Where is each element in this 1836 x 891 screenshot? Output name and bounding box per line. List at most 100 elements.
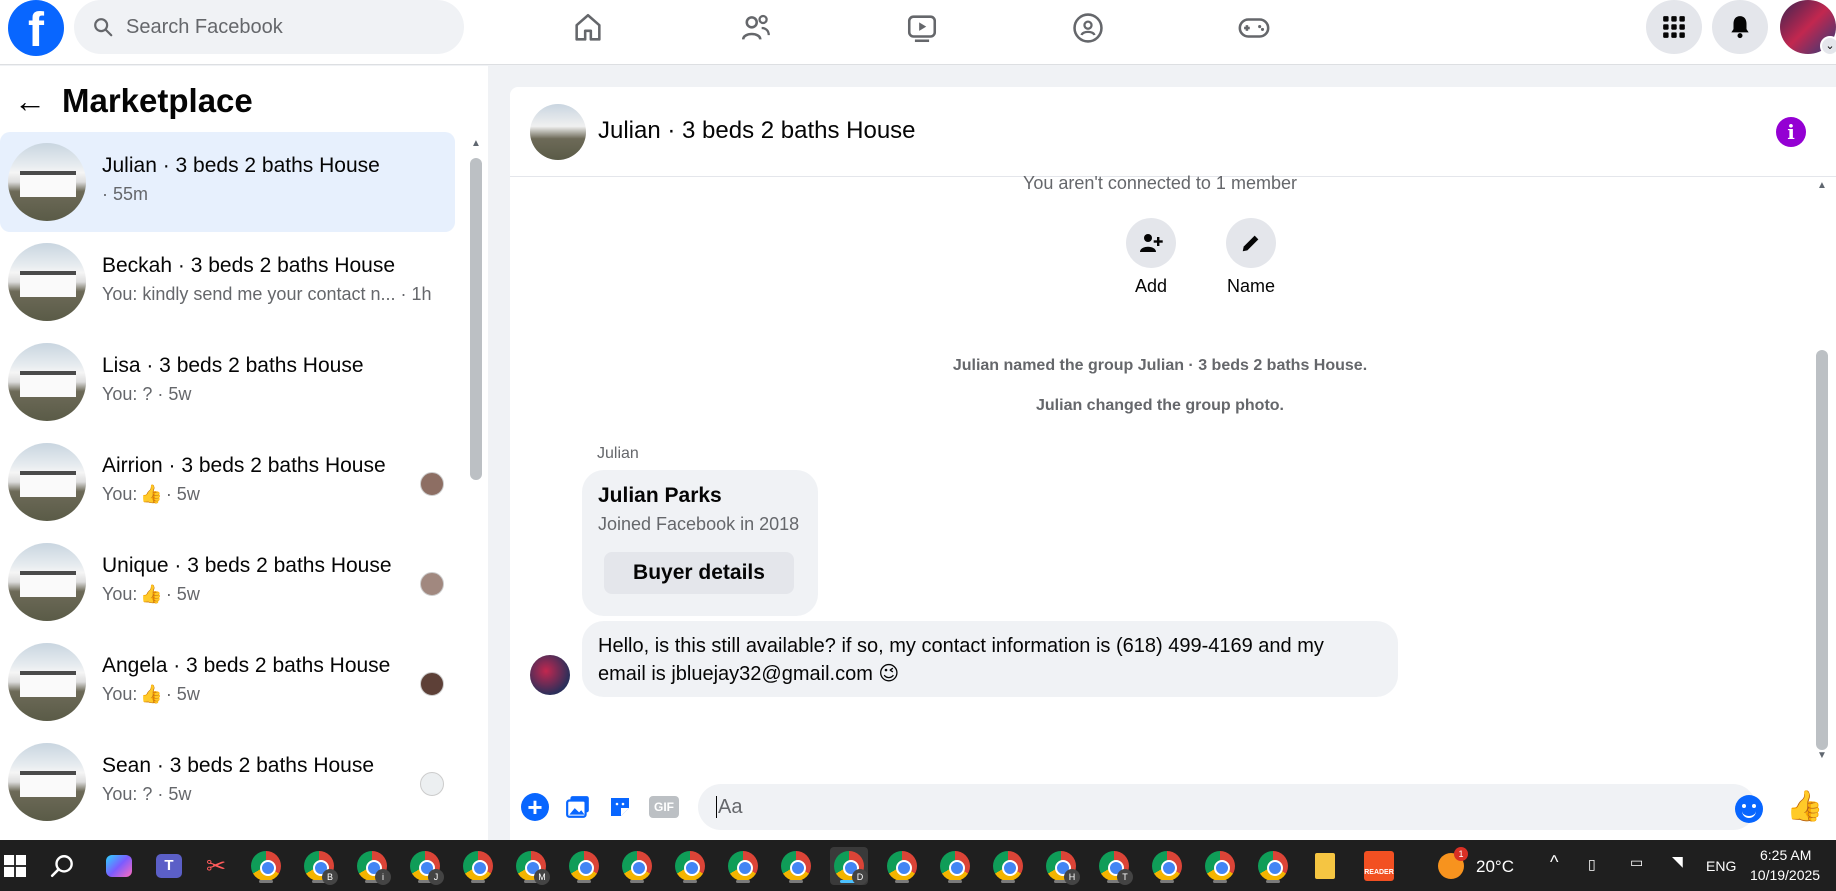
chrome-profile-icon[interactable]	[459, 847, 497, 885]
conversation-item[interactable]: Angela · 3 beds 2 baths House You: 👍 · 5w	[0, 632, 455, 732]
language-indicator[interactable]: ENG	[1706, 858, 1736, 874]
chrome-profile-icon[interactable]	[883, 847, 921, 885]
text-caret	[716, 796, 717, 818]
search-input[interactable]: Search Facebook	[74, 0, 464, 54]
conversation-title: Angela · 3 beds 2 baths House	[102, 654, 391, 677]
chrome-profile-icon[interactable]	[671, 847, 709, 885]
conversation-preview: · 55m	[102, 184, 149, 204]
facebook-logo-icon[interactable]: f	[8, 0, 64, 56]
chrome-profile-icon[interactable]	[936, 847, 974, 885]
chrome-profile-icon[interactable]: H	[1042, 847, 1080, 885]
weather-icon[interactable]: 1	[1432, 847, 1470, 885]
conversation-scrollbar[interactable]: ▲ ▼	[1810, 150, 1834, 775]
thumbs-up-icon: 👍	[140, 684, 163, 704]
seen-avatar	[420, 772, 444, 796]
conversation-item[interactable]: Lisa · 3 beds 2 baths House You: ? · 5w	[0, 332, 455, 432]
sidebar-scrollbar[interactable]: ▲	[466, 66, 486, 840]
message-input[interactable]: Aa	[698, 784, 1756, 830]
chrome-profile-icon[interactable]: i	[353, 847, 391, 885]
chrome-profile-icon[interactable]: B	[300, 847, 338, 885]
conversation-preview: You: ? · 5w	[102, 384, 192, 404]
group-event: Julian changed the group photo.	[1036, 397, 1284, 414]
reader-app-icon[interactable]: READER	[1360, 847, 1398, 885]
back-arrow-icon[interactable]: ←	[14, 83, 50, 120]
name-group-button[interactable]: Name	[1211, 218, 1291, 297]
chrome-profile-icon[interactable]	[724, 847, 762, 885]
conversation-item[interactable]: Beckah · 3 beds 2 baths House You: kindl…	[0, 232, 455, 332]
conversation-title: Airrion · 3 beds 2 baths House	[102, 454, 386, 477]
video-icon[interactable]	[900, 6, 944, 50]
snipping-tool-icon[interactable]: ✂	[197, 847, 235, 885]
conversation-item[interactable]: Unique · 3 beds 2 baths House You: 👍 · 5w	[0, 532, 455, 632]
chrome-profile-icon[interactable]	[777, 847, 815, 885]
chrome-profile-icon[interactable]: M	[512, 847, 550, 885]
info-icon[interactable]: i	[1776, 117, 1806, 147]
seen-avatar	[420, 572, 444, 596]
buyer-profile-card: Julian Parks Joined Facebook in 2018 Buy…	[582, 470, 818, 616]
add-member-button[interactable]: Add	[1111, 218, 1191, 297]
chrome-profile-icon[interactable]	[1148, 847, 1186, 885]
emoji-icon[interactable]	[1735, 795, 1763, 823]
conversation-item[interactable]: Julian · 3 beds 2 baths House · 55m	[0, 132, 455, 232]
listing-thumbnail	[8, 143, 86, 221]
scrollbar-thumb[interactable]	[470, 158, 482, 480]
battery-icon[interactable]: ▭	[1630, 854, 1643, 871]
buyer-details-button[interactable]: Buyer details	[604, 552, 794, 594]
clock-date[interactable]: 10/19/2025	[1750, 867, 1820, 883]
scroll-up-icon[interactable]: ▲	[1817, 180, 1827, 191]
wifi-icon[interactable]: ◥	[1672, 853, 1683, 870]
copilot-icon[interactable]	[100, 847, 138, 885]
chrome-profile-icon[interactable]	[1201, 847, 1239, 885]
conversation-item[interactable]: Sean · 3 beds 2 baths House You: ? · 5w	[0, 732, 455, 832]
search-icon[interactable]	[44, 847, 82, 885]
conversation-preview: You: 👍 · 5w	[102, 584, 200, 604]
groups-icon[interactable]	[1066, 6, 1110, 50]
menu-grid-icon[interactable]	[1646, 0, 1702, 54]
group-photo[interactable]	[530, 104, 586, 160]
tray-expand-icon[interactable]: ^	[1550, 852, 1558, 873]
chrome-profile-icon[interactable]	[247, 847, 285, 885]
conversation-panel: Julian · 3 beds 2 baths House i You aren…	[510, 87, 1836, 840]
chrome-profile-icon-active[interactable]: D	[830, 847, 868, 885]
chrome-profile-icon[interactable]	[565, 847, 603, 885]
message-bubble[interactable]: Hello, is this still available? if so, m…	[582, 621, 1398, 697]
listing-thumbnail	[8, 443, 86, 521]
photo-icon[interactable]	[562, 791, 594, 823]
chrome-profile-icon[interactable]: J	[406, 847, 444, 885]
like-icon[interactable]: 👍	[1786, 789, 1823, 824]
not-connected-notice: You aren't connected to 1 member	[1023, 173, 1297, 193]
windows-start-icon[interactable]	[0, 847, 34, 885]
conversation-title: Lisa · 3 beds 2 baths House	[102, 354, 364, 377]
conversation-name[interactable]: Julian · 3 beds 2 baths House	[598, 117, 916, 145]
gaming-icon[interactable]	[1232, 6, 1276, 50]
listing-thumbnail	[8, 343, 86, 421]
device-icon[interactable]: ▯	[1588, 856, 1596, 873]
friends-icon[interactable]	[734, 6, 778, 50]
sticker-icon[interactable]	[604, 791, 636, 823]
temperature-text: 20°C	[1476, 857, 1514, 876]
conversation-item[interactable]: Airrion · 3 beds 2 baths House You: 👍 · 5w	[0, 432, 455, 532]
sender-avatar[interactable]	[530, 655, 570, 695]
notifications-bell-icon[interactable]	[1712, 0, 1768, 54]
chrome-profile-icon[interactable]	[1254, 847, 1292, 885]
chrome-profile-icon[interactable]: T	[1095, 847, 1133, 885]
home-icon[interactable]	[566, 6, 610, 50]
clock-time[interactable]: 6:25 AM	[1760, 847, 1811, 863]
seen-avatar	[420, 472, 444, 496]
account-avatar[interactable]: ⌄	[1780, 0, 1836, 56]
scrollbar-thumb[interactable]	[1816, 350, 1828, 750]
chrome-profile-icon[interactable]	[989, 847, 1027, 885]
group-event: Julian named the group Julian · 3 beds 2…	[952, 357, 1368, 374]
joined-date: Joined Facebook in 2018	[598, 514, 800, 534]
windows-taskbar: T ✂ B i J M D H T READER 1 20°C ^ ▯ ▭ ◥ …	[0, 840, 1836, 891]
file-explorer-icon[interactable]	[1306, 847, 1344, 885]
chevron-down-icon[interactable]: ⌄	[1820, 36, 1836, 56]
scroll-down-icon[interactable]: ▼	[1817, 750, 1827, 761]
teams-icon[interactable]: T	[150, 847, 188, 885]
scroll-up-icon[interactable]: ▲	[471, 138, 481, 149]
gif-icon[interactable]: GIF	[649, 796, 679, 818]
plus-icon[interactable]: +	[521, 792, 549, 822]
conversation-preview: You: 👍 · 5w	[102, 684, 200, 704]
listing-thumbnail	[8, 743, 86, 821]
chrome-profile-icon[interactable]	[618, 847, 656, 885]
